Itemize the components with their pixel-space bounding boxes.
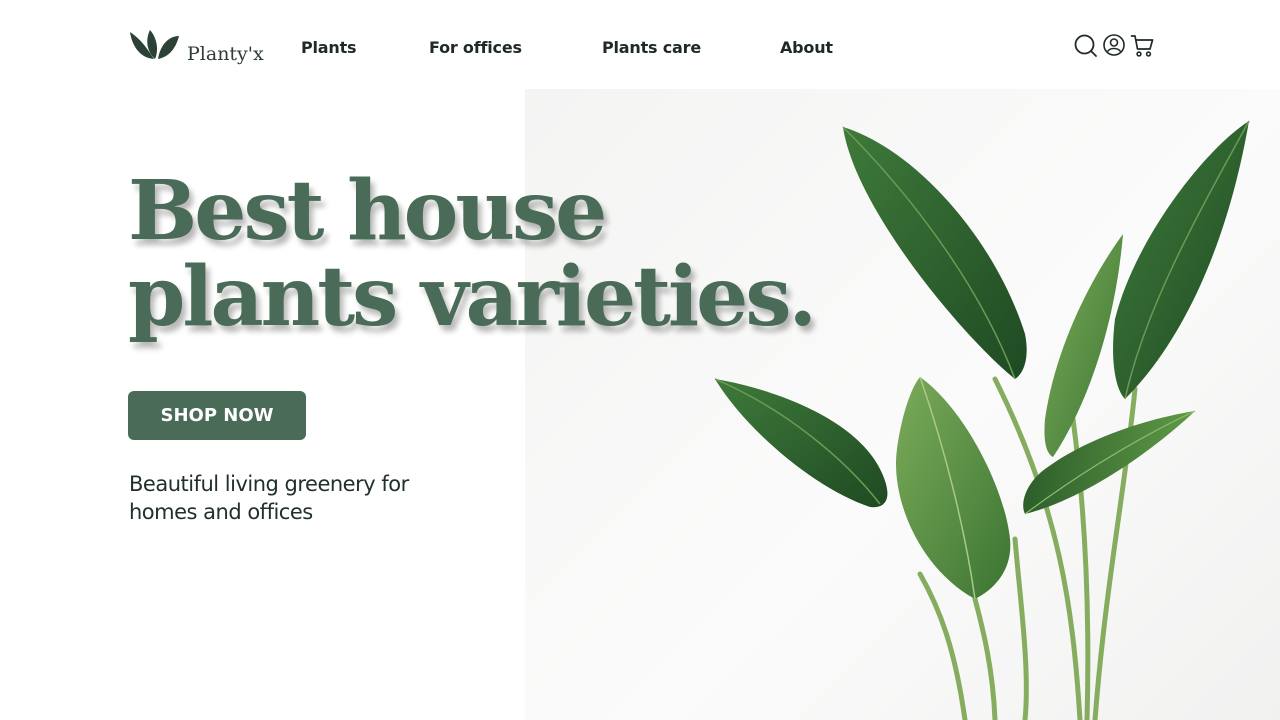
hero-headline: Best house plants varieties. bbox=[128, 163, 817, 345]
search-icon[interactable] bbox=[1073, 33, 1099, 59]
nav-item-about[interactable]: About bbox=[780, 38, 833, 57]
brand-name: Planty'x bbox=[187, 43, 264, 65]
cart-icon[interactable] bbox=[1130, 33, 1156, 59]
leaf-logo-icon bbox=[130, 30, 179, 59]
hero-headline-line-2: plants varieties. bbox=[128, 249, 817, 345]
nav-item-plants[interactable]: Plants bbox=[301, 38, 357, 57]
landing-page: Planty'x Plants For offices Plants care … bbox=[0, 0, 1280, 720]
hero-tagline: Beautiful living greenery for homes and … bbox=[129, 472, 409, 524]
hero-headline-line-1: Best house bbox=[128, 163, 607, 259]
site-header: Planty'x Plants For offices Plants care … bbox=[0, 0, 1280, 89]
brand-logo[interactable]: Planty'x bbox=[128, 28, 264, 65]
user-icon[interactable] bbox=[1102, 33, 1128, 59]
nav-item-for-offices[interactable]: For offices bbox=[429, 38, 522, 57]
shop-now-button[interactable]: SHOP NOW bbox=[128, 391, 306, 440]
nav-item-plants-care[interactable]: Plants care bbox=[602, 38, 701, 57]
